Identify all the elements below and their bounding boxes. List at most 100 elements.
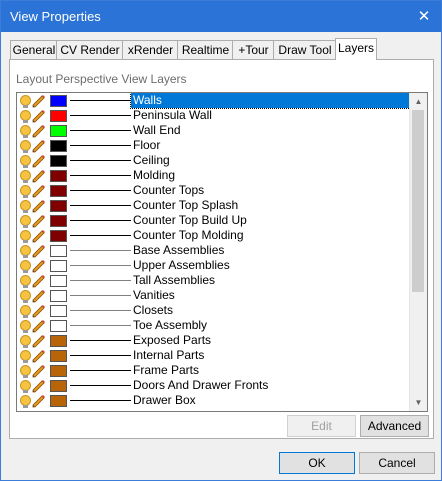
lightbulb-icon[interactable]: [20, 155, 31, 168]
pencil-icon[interactable]: [32, 259, 46, 273]
color-swatch[interactable]: [50, 275, 67, 287]
lightbulb-icon[interactable]: [20, 380, 31, 393]
pencil-icon[interactable]: [32, 274, 46, 288]
color-swatch[interactable]: [50, 305, 67, 317]
lightbulb-icon[interactable]: [20, 305, 31, 318]
layers-list[interactable]: Walls Peninsula Wall Wall End Floor Ceiling M…: [16, 92, 428, 412]
scrollbar-thumb[interactable]: [412, 110, 424, 292]
close-icon[interactable]: ✕: [413, 6, 435, 28]
pencil-icon[interactable]: [32, 214, 46, 228]
list-item[interactable]: Ceiling: [17, 153, 410, 168]
vertical-scrollbar[interactable]: ▲ ▼: [409, 93, 427, 411]
tab-draw-tool[interactable]: Draw Tool: [273, 40, 337, 59]
tab-layers[interactable]: Layers: [335, 38, 377, 60]
list-item[interactable]: Frame Parts: [17, 363, 410, 378]
lightbulb-icon[interactable]: [20, 200, 31, 213]
color-swatch[interactable]: [50, 95, 67, 107]
color-swatch[interactable]: [50, 230, 67, 242]
cancel-button[interactable]: Cancel: [359, 452, 435, 474]
list-item[interactable]: Drawer Box: [17, 393, 410, 408]
list-item[interactable]: Toe Assembly: [17, 318, 410, 333]
tab-tour[interactable]: +Tour: [232, 40, 275, 59]
tab-realtime[interactable]: Realtime: [177, 40, 234, 59]
pencil-icon[interactable]: [32, 364, 46, 378]
advanced-button[interactable]: Advanced: [360, 415, 429, 437]
lightbulb-icon[interactable]: [20, 95, 31, 108]
pencil-icon[interactable]: [32, 139, 46, 153]
color-swatch[interactable]: [50, 260, 67, 272]
tab-general[interactable]: General: [10, 40, 58, 59]
tab-xrender[interactable]: xRender: [122, 40, 179, 59]
pencil-icon[interactable]: [32, 319, 46, 333]
pencil-icon[interactable]: [32, 334, 46, 348]
lightbulb-icon[interactable]: [20, 290, 31, 303]
pencil-icon[interactable]: [32, 244, 46, 258]
lightbulb-icon[interactable]: [20, 350, 31, 363]
list-item[interactable]: Vanities: [17, 288, 410, 303]
lightbulb-icon[interactable]: [20, 260, 31, 273]
list-item[interactable]: Tall Assemblies: [17, 273, 410, 288]
lightbulb-icon[interactable]: [20, 395, 31, 408]
pencil-icon[interactable]: [32, 394, 46, 408]
list-item[interactable]: Counter Top Build Up: [17, 213, 410, 228]
color-swatch[interactable]: [50, 155, 67, 167]
list-item[interactable]: Closets: [17, 303, 410, 318]
lightbulb-icon[interactable]: [20, 140, 31, 153]
ok-button[interactable]: OK: [279, 452, 355, 474]
list-item[interactable]: Molding: [17, 168, 410, 183]
list-item[interactable]: Floor: [17, 138, 410, 153]
lightbulb-icon[interactable]: [20, 125, 31, 138]
list-item[interactable]: Peninsula Wall: [17, 108, 410, 123]
color-swatch[interactable]: [50, 185, 67, 197]
tab-cv-render[interactable]: CV Render: [56, 40, 124, 59]
list-item[interactable]: Upper Assemblies: [17, 258, 410, 273]
pencil-icon[interactable]: [32, 349, 46, 363]
lightbulb-icon[interactable]: [20, 170, 31, 183]
color-swatch[interactable]: [50, 140, 67, 152]
pencil-icon[interactable]: [32, 304, 46, 318]
color-swatch[interactable]: [50, 200, 67, 212]
list-item[interactable]: Counter Tops: [17, 183, 410, 198]
color-swatch[interactable]: [50, 320, 67, 332]
color-swatch[interactable]: [50, 170, 67, 182]
color-swatch[interactable]: [50, 365, 67, 377]
color-swatch[interactable]: [50, 215, 67, 227]
list-item[interactable]: Counter Top Molding: [17, 228, 410, 243]
pencil-icon[interactable]: [32, 154, 46, 168]
list-item[interactable]: Base Assemblies: [17, 243, 410, 258]
lightbulb-icon[interactable]: [20, 110, 31, 123]
list-item[interactable]: Wall End: [17, 123, 410, 138]
pencil-icon[interactable]: [32, 379, 46, 393]
lightbulb-icon[interactable]: [20, 245, 31, 258]
color-swatch[interactable]: [50, 245, 67, 257]
pencil-icon[interactable]: [32, 169, 46, 183]
list-item[interactable]: Exposed Parts: [17, 333, 410, 348]
list-item[interactable]: Internal Parts: [17, 348, 410, 363]
lightbulb-icon[interactable]: [20, 275, 31, 288]
color-swatch[interactable]: [50, 380, 67, 392]
pencil-icon[interactable]: [32, 124, 46, 138]
pencil-icon[interactable]: [32, 184, 46, 198]
lightbulb-icon[interactable]: [20, 215, 31, 228]
chevron-down-icon[interactable]: ▼: [410, 394, 427, 411]
lightbulb-icon[interactable]: [20, 185, 31, 198]
color-swatch[interactable]: [50, 110, 67, 122]
pencil-icon[interactable]: [32, 229, 46, 243]
list-item[interactable]: Doors And Drawer Fronts: [17, 378, 410, 393]
pencil-icon[interactable]: [32, 94, 46, 108]
pencil-icon[interactable]: [32, 199, 46, 213]
pencil-icon[interactable]: [32, 109, 46, 123]
color-swatch[interactable]: [50, 290, 67, 302]
color-swatch[interactable]: [50, 125, 67, 137]
lightbulb-icon[interactable]: [20, 335, 31, 348]
color-swatch[interactable]: [50, 335, 67, 347]
edit-button[interactable]: Edit: [287, 415, 356, 437]
pencil-icon[interactable]: [32, 289, 46, 303]
color-swatch[interactable]: [50, 350, 67, 362]
chevron-up-icon[interactable]: ▲: [410, 93, 427, 110]
lightbulb-icon[interactable]: [20, 230, 31, 243]
lightbulb-icon[interactable]: [20, 320, 31, 333]
list-item[interactable]: Counter Top Splash: [17, 198, 410, 213]
list-item[interactable]: Walls: [17, 93, 410, 109]
lightbulb-icon[interactable]: [20, 365, 31, 378]
